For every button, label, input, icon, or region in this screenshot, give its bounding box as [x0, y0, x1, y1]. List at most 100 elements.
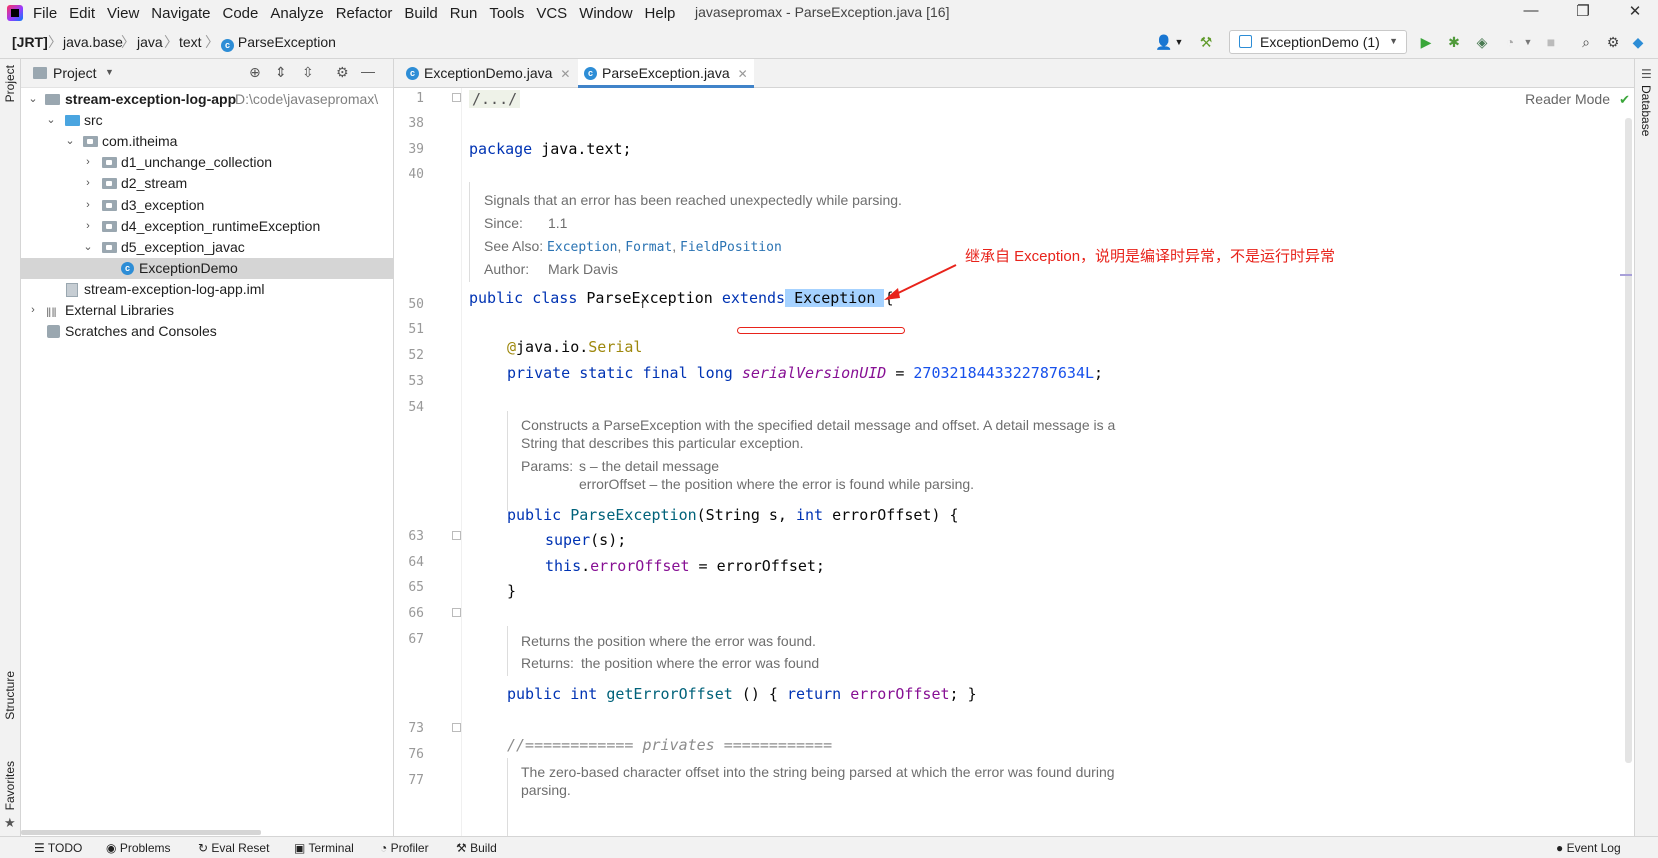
tree-item-d1[interactable]: › d1_unchange_collection [21, 152, 393, 173]
tree-item-d5[interactable]: ⌄ d5_exception_javac [21, 237, 393, 258]
chevron-right-icon[interactable]: › [82, 152, 94, 173]
menu-vcs[interactable]: VCS [536, 5, 575, 22]
collapse-all-icon[interactable]: ⇳ [302, 64, 314, 81]
menu-run[interactable]: Run [450, 5, 486, 22]
project-tool-tab[interactable]: Project [3, 65, 17, 102]
restore-icon[interactable]: ❐ [1560, 2, 1606, 24]
tree-item-exceptiondemo[interactable]: c ExceptionDemo [21, 258, 393, 279]
profile-icon[interactable]: ◔ [1502, 34, 1518, 50]
locate-icon[interactable]: ⊕ [249, 64, 261, 81]
tree-item-scratches[interactable]: Scratches and Consoles [21, 321, 393, 342]
horizontal-scrollbar[interactable] [21, 830, 261, 835]
inspection-ok-icon[interactable]: ✔ [1619, 92, 1630, 108]
selected-parent-class[interactable]: Exception [794, 289, 875, 307]
search-icon[interactable]: ⌕ [1578, 34, 1594, 50]
chevron-right-icon[interactable]: › [82, 216, 94, 237]
chevron-down-icon[interactable]: ⌄ [82, 237, 94, 258]
jetbrains-toolbox-icon[interactable]: ◆ [1630, 34, 1646, 50]
fold-marker-icon[interactable] [452, 608, 461, 617]
problems-tool-tab[interactable]: ◉ Problems [106, 841, 171, 855]
menu-help[interactable]: Help [645, 5, 684, 22]
menu-build[interactable]: Build [404, 5, 445, 22]
chevron-right-icon[interactable]: › [27, 300, 39, 321]
close-tab-icon[interactable]: ✕ [560, 67, 570, 81]
tree-item-d3[interactable]: › d3_exception [21, 195, 393, 216]
constructor-declaration: public ParseException(String s, int erro… [507, 506, 959, 524]
build-tool-tab[interactable]: ⚒ Build [456, 841, 497, 855]
chevron-right-icon[interactable]: › [82, 173, 94, 194]
menu-code[interactable]: Code [222, 5, 266, 22]
doc-link-format[interactable]: Format [625, 240, 672, 255]
chevron-down-icon[interactable]: ▼ [1520, 34, 1536, 50]
eval-reset-tool-tab[interactable]: ↻ Eval Reset [198, 841, 269, 855]
fold-marker-icon[interactable] [452, 93, 461, 102]
tree-item-module[interactable]: ⌄ stream-exception-log-app D:\code\javas… [21, 89, 393, 110]
breadcrumb-java[interactable]: java [137, 34, 163, 50]
event-log-tool-tab[interactable]: ● Event Log [1556, 841, 1621, 855]
favorites-tool-tab[interactable]: Favorites [3, 761, 17, 810]
tree-item-iml[interactable]: stream-exception-log-app.iml [21, 279, 393, 300]
hide-panel-icon[interactable]: — [361, 63, 375, 79]
line-number: 52 [408, 348, 424, 363]
user-icon[interactable]: 👤 [1155, 34, 1172, 50]
coverage-icon[interactable]: ◈ [1474, 34, 1490, 50]
chevron-down-icon[interactable]: ⌄ [45, 110, 57, 131]
folded-comment[interactable]: /.../ [469, 90, 521, 108]
fold-marker-icon[interactable] [452, 723, 461, 732]
vertical-scrollbar[interactable] [1625, 118, 1632, 763]
doc-offset-line2: parsing. [521, 782, 571, 798]
stop-icon[interactable]: ■ [1543, 34, 1559, 50]
menu-file[interactable]: File [33, 5, 65, 22]
project-panel-title[interactable]: Project [53, 65, 97, 81]
terminal-tool-tab[interactable]: ▣ Terminal [294, 841, 354, 855]
tab-parseexception[interactable]: c ParseException.java ✕ [578, 59, 754, 88]
minimize-icon[interactable]: — [1508, 2, 1554, 24]
doc-see-also: See Also: Exception, Format, FieldPositi… [484, 238, 782, 255]
chevron-down-icon[interactable]: ⌄ [64, 131, 76, 152]
run-icon[interactable]: ▶ [1418, 34, 1434, 50]
menu-refactor[interactable]: Refactor [336, 5, 401, 22]
breadcrumb-jrt[interactable]: [JRT] [12, 34, 48, 50]
tree-item-d2[interactable]: › d2_stream [21, 173, 393, 194]
todo-tool-tab[interactable]: ☰ TODO [34, 841, 82, 855]
build-hammer-icon[interactable]: ⚒ [1198, 34, 1214, 50]
doc-link-exception[interactable]: Exception [547, 240, 617, 255]
menu-edit[interactable]: Edit [69, 5, 103, 22]
code-editor[interactable]: Reader Mode ✔ /.../ package java.text; S… [462, 88, 1634, 836]
gear-icon[interactable]: ⚙ [1605, 34, 1621, 50]
doc-link-fieldposition[interactable]: FieldPosition [680, 240, 782, 255]
breadcrumb-parseexception[interactable]: c ParseException [221, 34, 336, 52]
scratches-icon [47, 325, 60, 338]
tree-item-external-libraries[interactable]: › ‖‖ External Libraries [21, 300, 393, 321]
menu-tools[interactable]: Tools [489, 5, 532, 22]
structure-tool-tab[interactable]: Structure [3, 671, 17, 720]
run-configuration-select[interactable]: ExceptionDemo (1) ▼ [1229, 30, 1407, 54]
line-number: 63 [408, 529, 424, 544]
menu-view[interactable]: View [107, 5, 147, 22]
chevron-down-icon[interactable]: ⌄ [27, 89, 39, 110]
database-tool-tab[interactable]: Database [1639, 85, 1653, 136]
line-number: 76 [408, 747, 424, 762]
expand-all-icon[interactable]: ⇕ [275, 64, 287, 81]
tab-exceptiondemo[interactable]: c ExceptionDemo.java ✕ [400, 59, 570, 88]
menu-analyze[interactable]: Analyze [270, 5, 331, 22]
profiler-tool-tab[interactable]: ◔ Profiler [380, 841, 429, 855]
debug-icon[interactable]: ✱ [1446, 34, 1462, 50]
chevron-down-icon[interactable]: ▼ [1171, 34, 1187, 50]
menu-window[interactable]: Window [579, 5, 640, 22]
breadcrumb-text[interactable]: text [179, 34, 202, 50]
fold-marker-icon[interactable] [452, 531, 461, 540]
close-window-icon[interactable]: ✕ [1612, 2, 1658, 24]
reader-mode-toggle[interactable]: Reader Mode [1525, 91, 1610, 107]
gear-icon[interactable]: ⚙ [336, 64, 349, 81]
doc-author-value: Mark Davis [548, 261, 619, 277]
tree-item-package[interactable]: ⌄ com.itheima [21, 131, 393, 152]
line-number: 40 [408, 167, 424, 182]
menu-navigate[interactable]: Navigate [151, 5, 218, 22]
breadcrumb-java-base[interactable]: java.base [63, 34, 123, 50]
tree-item-d4[interactable]: › d4_exception_runtimeException [21, 216, 393, 237]
tree-item-src[interactable]: ⌄ src [21, 110, 393, 131]
chevron-down-icon[interactable]: ▼ [105, 67, 114, 77]
close-tab-icon[interactable]: ✕ [738, 67, 748, 81]
chevron-right-icon[interactable]: › [82, 195, 94, 216]
